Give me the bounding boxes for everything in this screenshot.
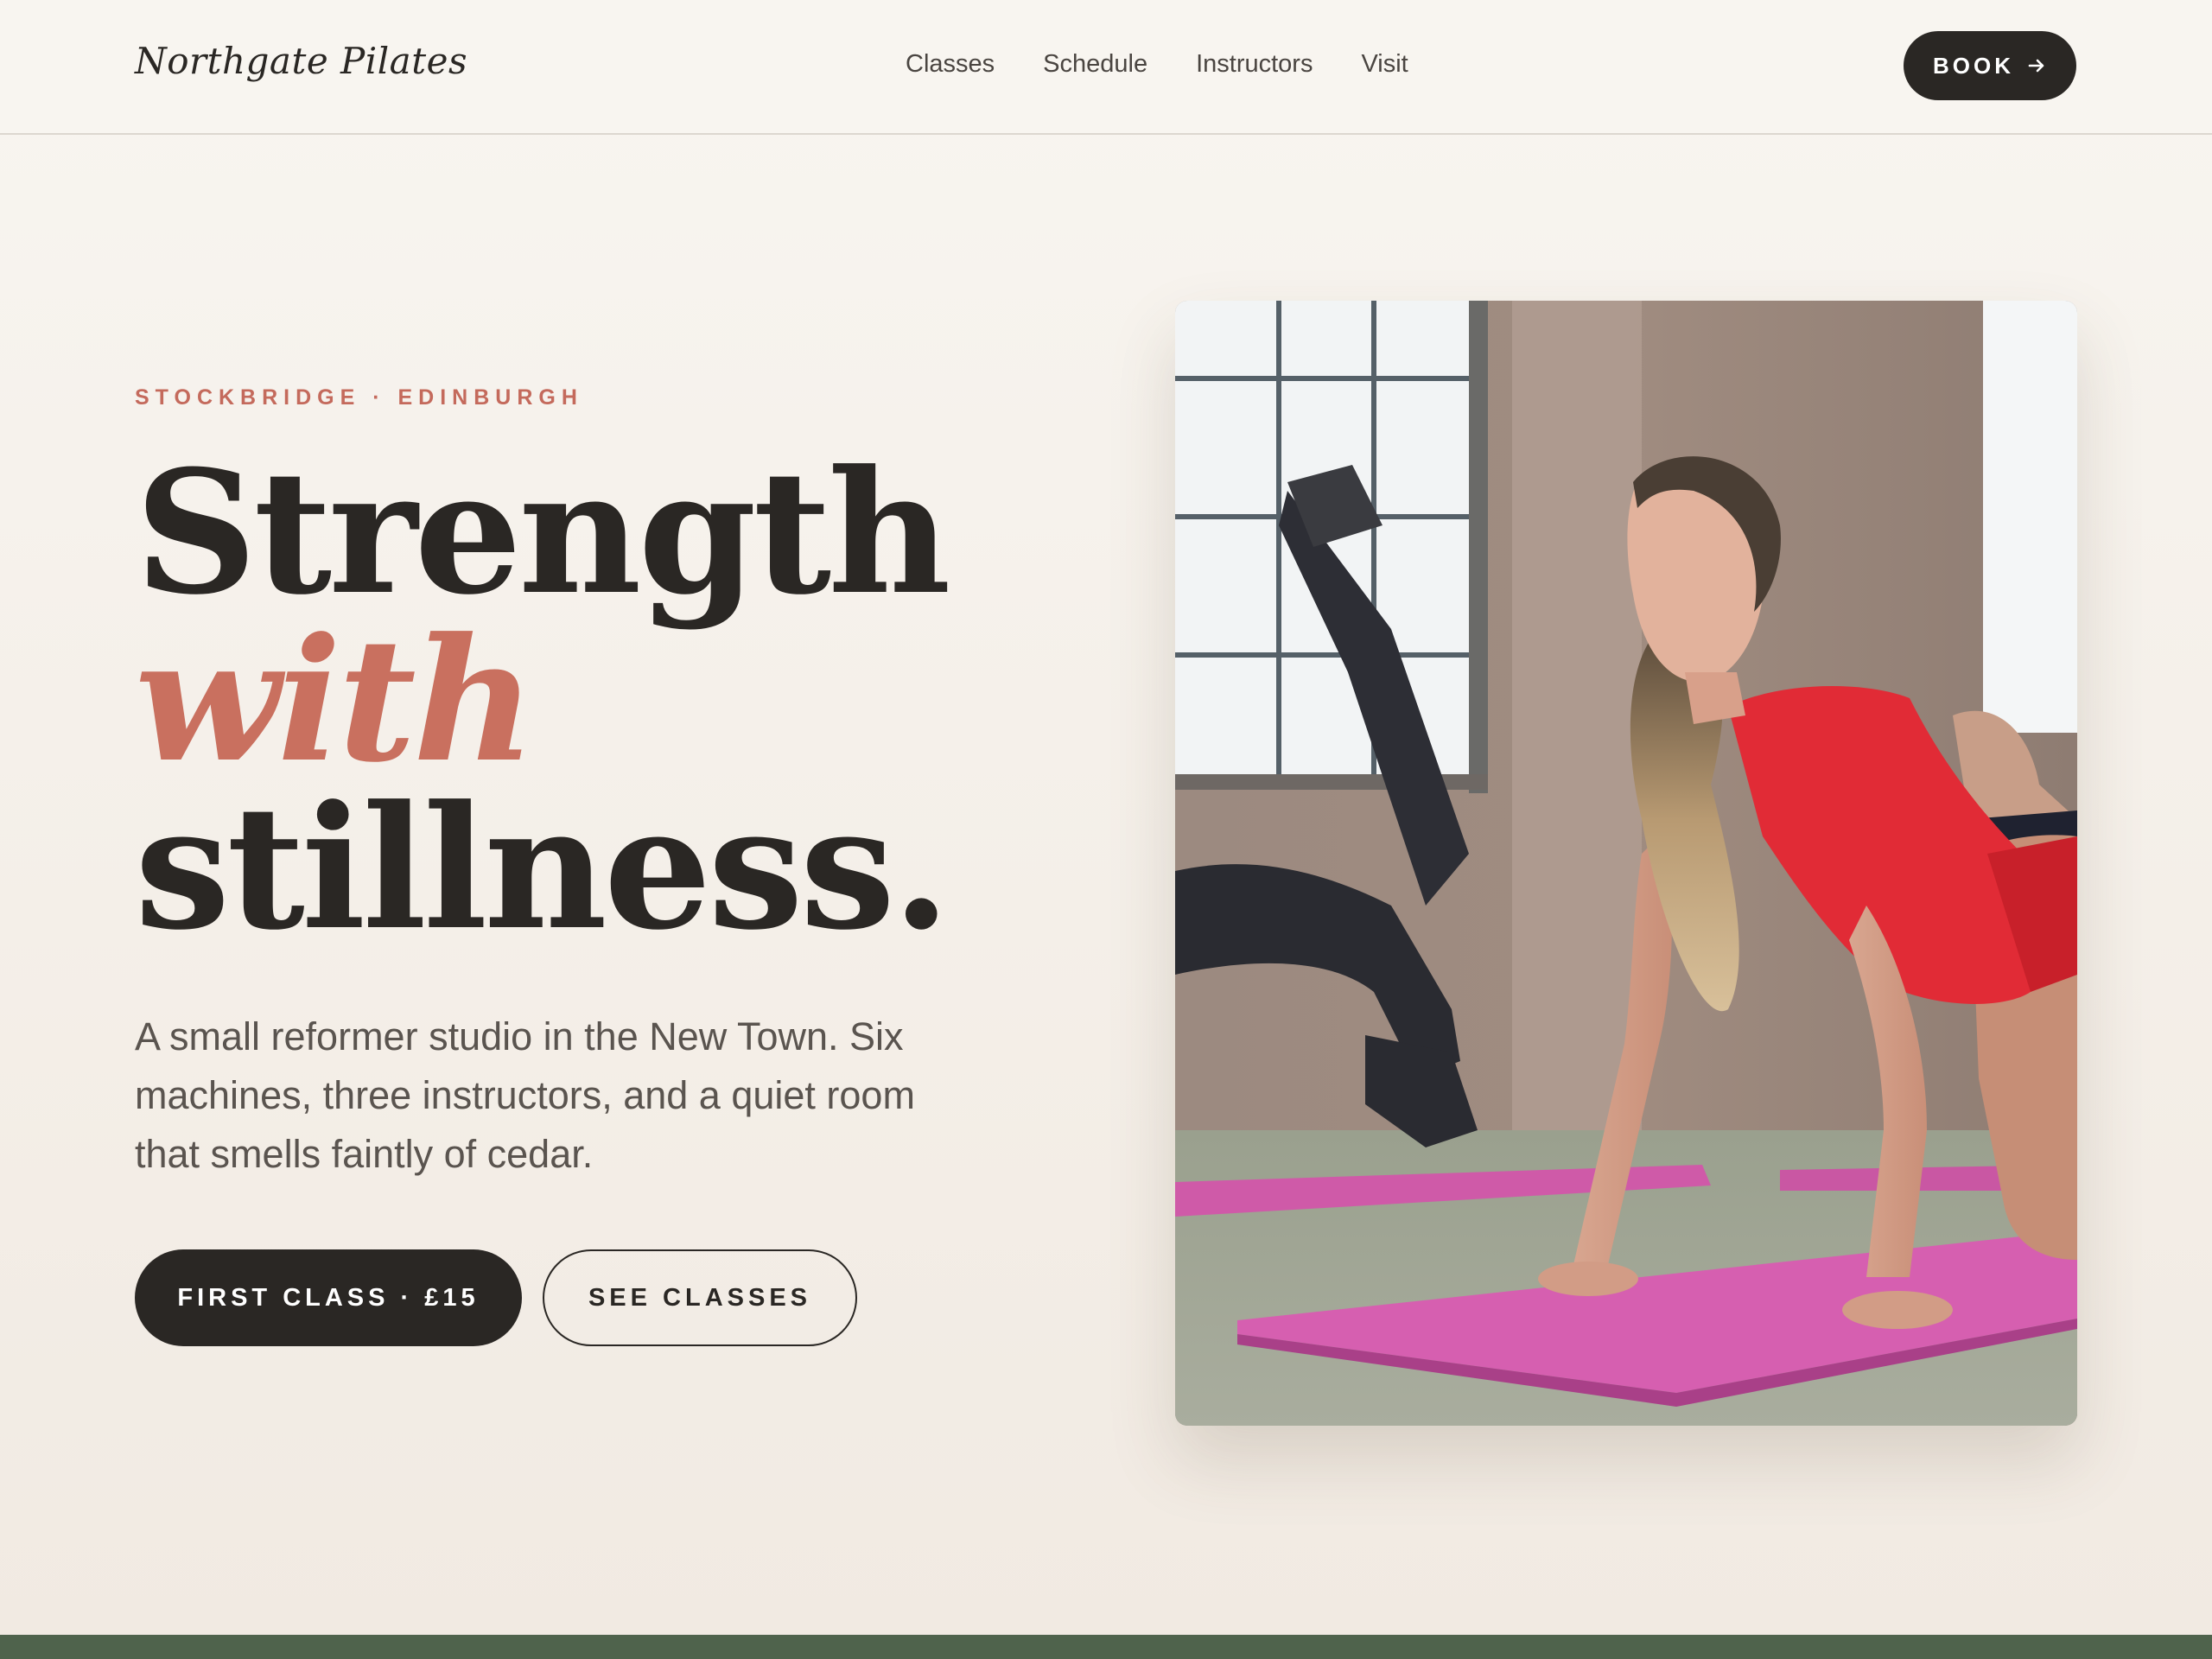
headline-line-stillness: stillness. xyxy=(135,769,950,968)
nav-item-instructors[interactable]: Instructors xyxy=(1196,50,1313,79)
main-nav: Classes Schedule Instructors Visit xyxy=(906,50,1408,79)
brand-logo[interactable]: Northgate Pilates xyxy=(135,40,467,82)
nav-item-visit[interactable]: Visit xyxy=(1361,50,1408,79)
pilates-class-image xyxy=(1175,301,2077,1426)
hero-photo xyxy=(1175,301,2077,1426)
site-header: Northgate Pilates Classes Schedule Instr… xyxy=(0,0,2212,135)
hero-headline: Strength with stillness. xyxy=(135,434,951,968)
footer-band xyxy=(0,1635,2212,1659)
see-classes-button[interactable]: SEE CLASSES xyxy=(543,1249,857,1346)
headline-line-strength: Strength xyxy=(135,434,951,632)
hero-eyebrow: STOCKBRIDGE · EDINBURGH xyxy=(135,385,583,410)
book-button[interactable]: BOOK xyxy=(1904,31,2076,100)
book-button-label: BOOK xyxy=(1933,52,2014,79)
hero-description: A small reformer studio in the New Town.… xyxy=(135,1014,915,1176)
arrow-right-icon xyxy=(2028,59,2044,73)
first-class-button[interactable]: FIRST CLASS · £15 xyxy=(135,1249,522,1346)
nav-item-schedule[interactable]: Schedule xyxy=(1043,50,1147,79)
nav-item-classes[interactable]: Classes xyxy=(906,50,995,79)
headline-line-with: with xyxy=(135,601,536,800)
